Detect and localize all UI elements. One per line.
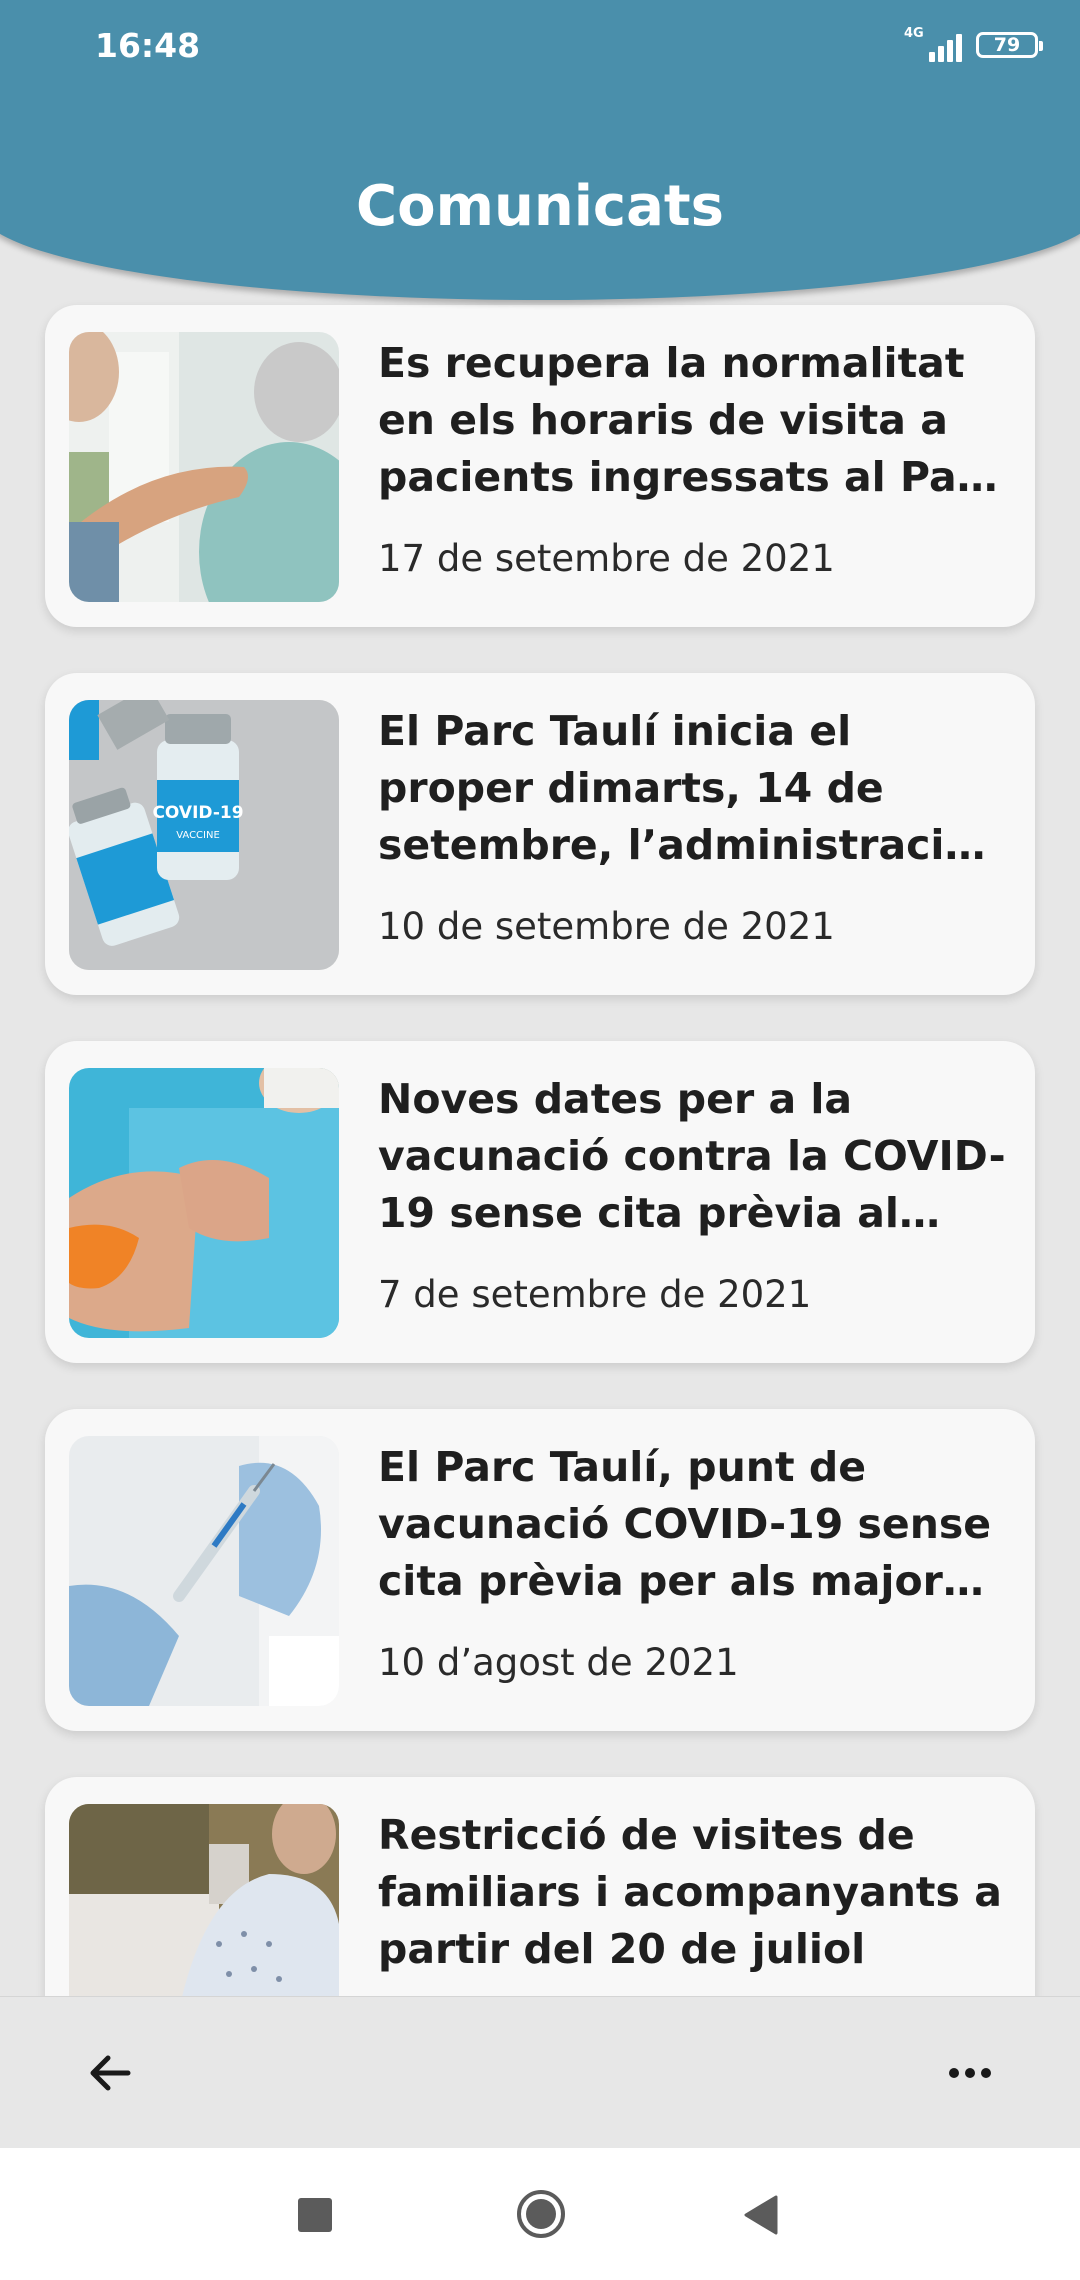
article-card[interactable]: Es recupera la normalitat en els horaris… [45, 305, 1035, 627]
nav-back-icon[interactable] [742, 2194, 780, 2236]
status-time: 16:48 [95, 26, 201, 65]
vial-label: COVID-19 [152, 803, 243, 823]
page-title: Comunicats [356, 174, 724, 239]
article-title: Restricció de visites de familiars i aco… [378, 1811, 1002, 1973]
article-card[interactable]: Restricció de visites de familiars i aco… [45, 1777, 1035, 1996]
back-button[interactable] [78, 2041, 142, 2105]
article-title: El Parc Taulí inicia el proper dimarts, … [378, 707, 973, 869]
more-horizontal-icon [949, 2068, 991, 2078]
status-icons: 4G 79 [904, 26, 1043, 62]
arrow-left-icon [90, 2055, 131, 2091]
article-thumbnail [69, 1804, 339, 1996]
article-thumbnail: COVID-19 VACCINE [69, 700, 339, 970]
battery-icon: 79 [976, 32, 1043, 58]
article-thumbnail [69, 1068, 339, 1338]
battery-level: 79 [993, 34, 1021, 56]
article-title: El Parc Taulí, punt de vacunació COVID-1… [378, 1443, 992, 1605]
vial-sublabel: VACCINE [176, 830, 220, 841]
article-title: Es recupera la normalitat en els horaris… [378, 339, 1002, 501]
article-card[interactable]: Noves dates per a la vacunació contra la… [45, 1041, 1035, 1363]
article-card[interactable]: COVID-19 VACCINE El Parc Taulí inicia el… [45, 673, 1035, 995]
article-date: 17 de setembre de 2021 [378, 537, 835, 580]
network-type: 4G [904, 26, 924, 41]
bottom-app-bar [0, 1996, 1080, 2149]
article-date: 10 de setembre de 2021 [378, 905, 835, 948]
system-nav-bar [0, 2148, 1080, 2280]
home-icon[interactable] [515, 2188, 567, 2240]
article-thumbnail [69, 1436, 339, 1706]
article-thumbnail [69, 332, 339, 602]
article-date: 10 d’agost de 2021 [378, 1641, 739, 1684]
article-card[interactable]: El Parc Taulí, punt de vacunació COVID-1… [45, 1409, 1035, 1731]
recents-icon[interactable] [298, 2198, 332, 2232]
article-title: Noves dates per a la vacunació contra la… [378, 1075, 1006, 1237]
article-date: 7 de setembre de 2021 [378, 1273, 812, 1316]
more-button[interactable] [938, 2041, 1002, 2105]
signal-icon: 4G [904, 26, 962, 62]
